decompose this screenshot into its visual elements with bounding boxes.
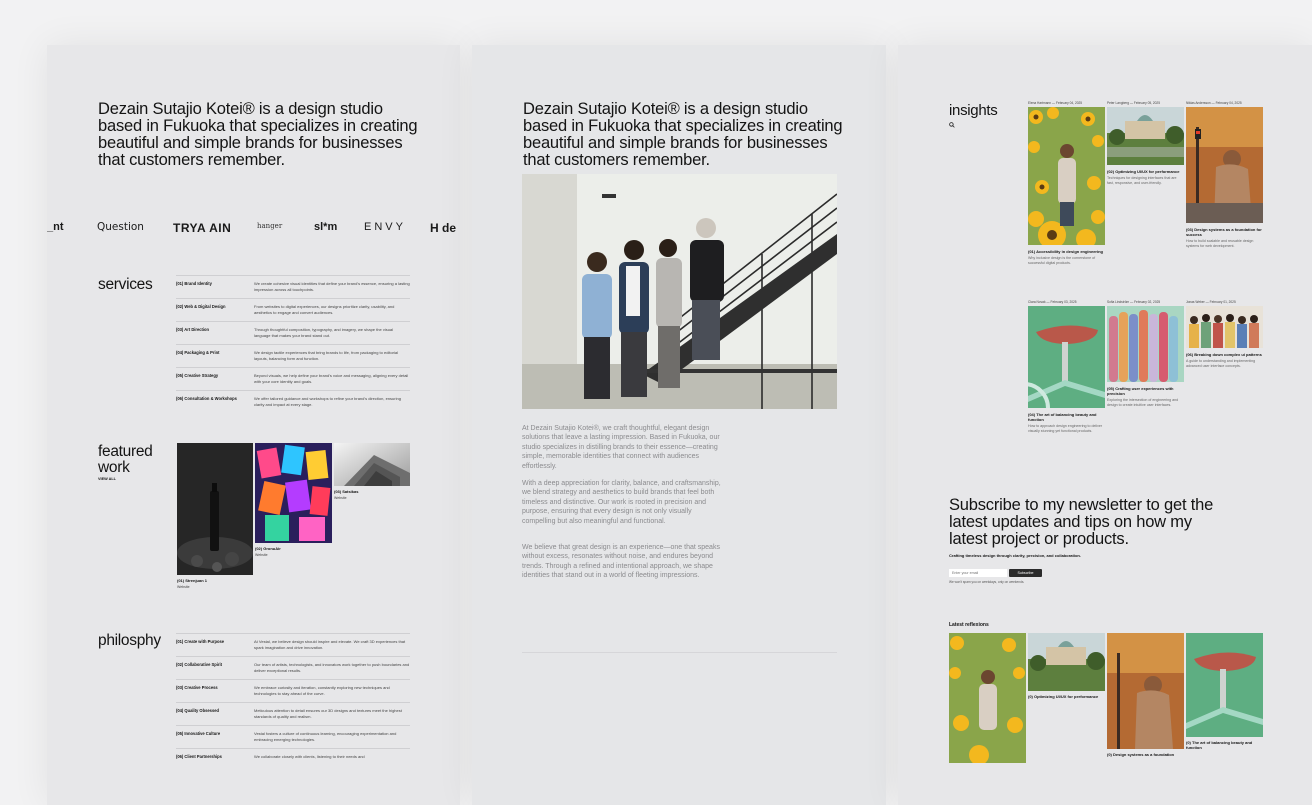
hero-heading: Dezain Sutajio Kotei® is a design studio… xyxy=(98,100,418,169)
work-title: (02) GronuAir xyxy=(255,546,281,551)
work-type: Website xyxy=(177,585,190,589)
insights-title: insights xyxy=(949,102,998,119)
view-all-link[interactable]: VIEW ALL xyxy=(98,477,116,481)
post-image-autumn-street xyxy=(1186,107,1263,223)
work-type: Website xyxy=(255,553,268,557)
service-row[interactable]: (05) Creative Strategy Beyond visuals, we… xyxy=(176,367,410,390)
work-card[interactable]: (02) GronuAir Website xyxy=(255,443,332,557)
client-logo: _nt xyxy=(47,221,64,233)
latest-card[interactable]: (0) Optimizing UI/UX for performance xyxy=(1028,633,1105,699)
post-excerpt: Why inclusive design is the cornerstone … xyxy=(1028,256,1096,265)
post-image-bike-seat xyxy=(1028,306,1105,408)
latest-card[interactable]: (0) The art of balancing beauty and func… xyxy=(1186,633,1263,750)
post-title: (05) Crafting user experiences with prec… xyxy=(1107,386,1174,396)
latest-card[interactable] xyxy=(949,633,1026,766)
philosophy-row: (05) Innovative Culture Vestal fosters a … xyxy=(176,725,410,748)
blog-post-card[interactable]: Peter Langberg — February 05, 2025 (02) … xyxy=(1107,101,1184,185)
philosophy-row: (01) Create with Purpose At Vestal, we be… xyxy=(176,633,410,656)
client-logo: H de xyxy=(430,221,457,235)
latest-image-palace xyxy=(1028,633,1105,691)
post-excerpt: How to approach design engineering to de… xyxy=(1028,424,1103,433)
team-photo xyxy=(522,174,837,409)
about-paragraph: At Dezain Sutajio Kotei®, we craft thoug… xyxy=(522,425,720,470)
client-logo: Question xyxy=(97,221,144,233)
latest-title: (0) The art of balancing beauty and func… xyxy=(1186,740,1253,750)
newsletter-heading: Subscribe to my newsletter to get the la… xyxy=(949,496,1214,548)
post-title: (03) Design systems as a foundation for … xyxy=(1186,227,1262,237)
services-list: (01) Brand Identity We create cohesive vi… xyxy=(176,275,410,413)
service-row[interactable]: (06) Consultation & Workshops We offer ta… xyxy=(176,390,410,413)
service-row[interactable]: (02) Web & Digital Design From websites t… xyxy=(176,298,410,321)
blog-post-card[interactable]: Clara Novak — February 03, 2025 (04) The… xyxy=(1028,300,1105,433)
post-image-palace xyxy=(1107,107,1184,165)
blog-post-card[interactable]: Jonas Weber — February 01, 2025 (06) Bre… xyxy=(1186,300,1263,368)
post-image-group-people xyxy=(1186,306,1263,348)
philosophy-row: (06) Client Partnerships We collaborate c… xyxy=(176,748,410,771)
work-image-posters xyxy=(255,443,332,543)
work-card[interactable]: (03) Satsikas Website xyxy=(334,443,410,500)
service-row[interactable]: (03) Art Direction Through thoughtful com… xyxy=(176,321,410,344)
service-row[interactable]: (01) Brand Identity We create cohesive vi… xyxy=(176,275,410,298)
email-input[interactable] xyxy=(949,569,1007,577)
hero-heading: Dezain Sutajio Kotei® is a design studio… xyxy=(523,100,843,169)
post-title: (01) Accessibility in design engineering xyxy=(1028,249,1103,254)
blog-post-card[interactable]: Sofia Lindström — February 02, 2025 (05)… xyxy=(1107,300,1184,407)
insights-page-preview: insights Elena Hartmann — February 04, 2… xyxy=(898,45,1312,805)
latest-image-autumn-street xyxy=(1107,633,1184,749)
work-image-bottle xyxy=(177,443,253,575)
client-logos: _nt Question TRYA AIN hanger sl*m ENVY H… xyxy=(47,221,460,237)
philosophy-row: (04) Quality Obsessed Meticulous attentio… xyxy=(176,702,410,725)
service-row[interactable]: (04) Packaging & Print We design tactile … xyxy=(176,344,410,367)
work-title: (01) Strenjuan 1 xyxy=(177,578,208,583)
philosophy-row: (03) Creative Process We embrace curiosit… xyxy=(176,679,410,702)
post-title: (04) The art of balancing beauty and fun… xyxy=(1028,412,1097,422)
client-logo: TRYA AIN xyxy=(173,221,232,235)
post-title: (06) Breaking down complex ui patterns xyxy=(1186,352,1262,357)
featured-work-title: featured work xyxy=(98,443,153,476)
post-excerpt: How to build scalable and reusable desig… xyxy=(1186,239,1254,248)
latest-title: (0) Design systems as a foundation xyxy=(1107,752,1175,757)
latest-card[interactable]: (0) Design systems as a foundation xyxy=(1107,633,1184,757)
latest-title: (0) Optimizing UI/UX for performance xyxy=(1028,694,1099,699)
work-image-architecture xyxy=(334,443,410,486)
client-logo: ENVY xyxy=(364,221,406,233)
philosophy-title: philosphy xyxy=(98,632,161,649)
client-logo: hanger xyxy=(257,222,283,230)
newsletter-note: We won't spam you on weekdays, only on w… xyxy=(949,580,1025,584)
client-logo: sl*m xyxy=(314,221,338,233)
about-page-preview: Dezain Sutajio Kotei® is a design studio… xyxy=(472,45,886,805)
post-title: (02) Optimizing UI/UX for performance xyxy=(1107,169,1180,174)
post-excerpt: Exploring the intersection of engineerin… xyxy=(1107,398,1179,407)
work-type: Website xyxy=(334,496,347,500)
post-image-sunflowers xyxy=(1028,107,1105,245)
latest-reflexions-title: Latest reflexions xyxy=(949,622,989,628)
latest-image-bike-seat xyxy=(1186,633,1263,737)
blog-post-card[interactable]: Elena Hartmann — February 04, 2025 (01) … xyxy=(1028,101,1105,265)
blog-post-card[interactable]: Niklas Andersson — February 04, 2025 (03… xyxy=(1186,101,1263,248)
philosophy-list: (01) Create with Purpose At Vestal, we be… xyxy=(176,633,410,771)
work-card[interactable]: (01) Strenjuan 1 Website xyxy=(177,443,253,589)
newsletter-subtitle: Crafting timeless design through clarity… xyxy=(949,553,1081,558)
divider xyxy=(522,652,837,653)
services-title: services xyxy=(98,276,153,293)
about-paragraph: With a deep appreciation for clarity, ba… xyxy=(522,480,721,525)
work-title: (03) Satsikas xyxy=(334,489,359,494)
search-icon[interactable] xyxy=(949,122,955,128)
about-paragraph: We believe that great design is an exper… xyxy=(522,544,720,580)
latest-image-sunflowers xyxy=(949,633,1026,763)
post-excerpt: Techniques for designing interfaces that… xyxy=(1107,176,1177,185)
philosophy-row: (02) Collaborative Spirit Our team of art… xyxy=(176,656,410,679)
subscribe-button[interactable]: Subscribe xyxy=(1009,569,1042,577)
post-image-colorful-scarves xyxy=(1107,306,1184,382)
home-page-preview: Dezain Sutajio Kotei® is a design studio… xyxy=(47,45,460,805)
post-excerpt: A guide to understanding and implementin… xyxy=(1186,359,1256,368)
